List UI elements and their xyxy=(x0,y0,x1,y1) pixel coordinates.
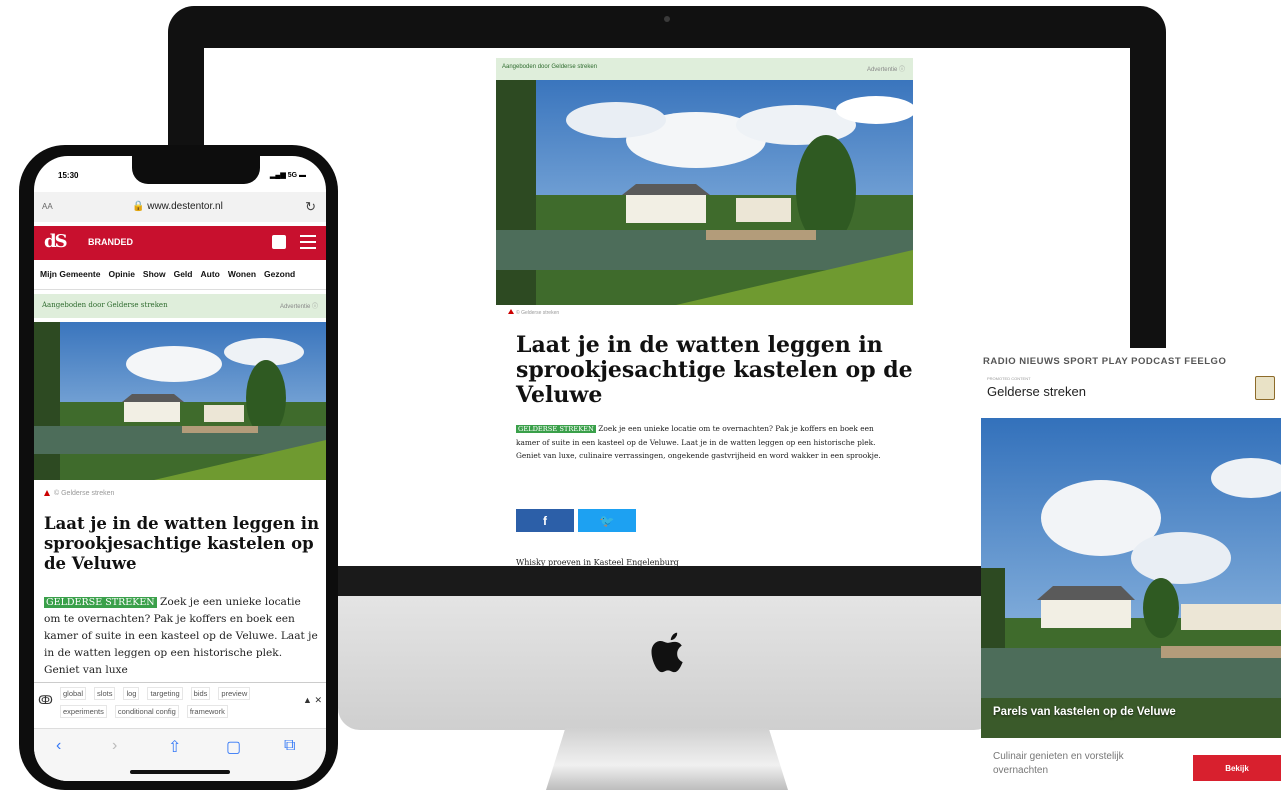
ad-debug-panel: ↂ global slots log targeting bids previe… xyxy=(34,682,326,724)
share-icon[interactable]: ⇧ xyxy=(168,737,181,757)
phone-sponsor-bar: Aangeboden door Gelderse streken Adverte… xyxy=(34,294,326,318)
debug-logo-icon: ↂ xyxy=(38,693,53,707)
nav-item-mijn-gemeente[interactable]: Mijn Gemeente xyxy=(40,269,100,280)
phone-tag[interactable]: GELDERSE STREKEN xyxy=(44,597,157,608)
debug-tab-global[interactable]: global xyxy=(60,687,87,700)
nav-item-show[interactable]: Show xyxy=(143,269,166,280)
phone-notch xyxy=(132,156,260,184)
twitter-icon: 🐦 xyxy=(599,513,615,528)
status-time: 15:30 xyxy=(58,171,79,180)
reload-icon[interactable]: ↻ xyxy=(305,199,316,215)
debug-tab-targeting[interactable]: targeting xyxy=(147,687,183,700)
text-size-button[interactable]: AA xyxy=(42,202,53,211)
bekijk-button[interactable]: Bekijk xyxy=(1193,755,1281,781)
phone-castle-photo xyxy=(34,322,326,480)
status-network: ▂▄▆ 5G ▬ xyxy=(270,172,306,179)
desktop-article-title: Laat je in de watten leggen in sprookjes… xyxy=(516,332,913,408)
desktop-castle-photo xyxy=(496,80,913,305)
native-ad-card: RADIO NIEUWS SPORT PLAY PODCAST FEELGO P… xyxy=(981,348,1281,793)
phone-screen: 15:30 ▂▄▆ 5G ▬ AA 🔒 www.destentor.nl ↻ d… xyxy=(34,156,326,781)
debug-tab-log[interactable]: log xyxy=(123,687,140,700)
desktop-advert-label[interactable]: Advertentie ⓘ xyxy=(867,64,905,73)
crest-logo-icon xyxy=(1255,376,1275,400)
nav-item-auto[interactable]: Auto xyxy=(201,269,220,280)
desktop-sponsor-bar: Aangeboden door Gelderse streken Adverte… xyxy=(496,58,913,80)
tabs-icon[interactable]: ⧉ xyxy=(284,737,295,755)
card-caption: Parels van kastelen op de Veluwe xyxy=(993,706,1176,718)
card-promoted-label: PROMOTED CONTENT xyxy=(987,376,1031,381)
apple-logo-icon xyxy=(651,632,683,673)
facebook-share-button[interactable]: f xyxy=(516,509,574,532)
section-label: BRANDED xyxy=(88,237,133,247)
nav-item-wonen[interactable]: Wonen xyxy=(228,269,256,280)
credit-marker-icon xyxy=(508,309,514,314)
nav-item-geld[interactable]: Geld xyxy=(174,269,193,280)
user-icon[interactable] xyxy=(272,235,286,249)
site-header: dS BRANDED xyxy=(34,226,326,260)
card-footer-text: Culinair genieten en vorstelijk overnach… xyxy=(993,751,1124,776)
credit-marker-icon xyxy=(44,490,50,496)
nav-item-gezond[interactable]: Gezond xyxy=(264,269,295,280)
desktop-sponsor-label: Aangeboden door Gelderse streken xyxy=(502,64,598,70)
site-logo[interactable]: dS xyxy=(44,231,68,252)
facebook-icon: f xyxy=(543,513,547,528)
card-brand-name: Gelderse streken xyxy=(987,384,1086,399)
url-text[interactable]: 🔒 www.destentor.nl xyxy=(132,201,223,212)
debug-tab-slots[interactable]: slots xyxy=(94,687,116,700)
imac-bezel-bottom xyxy=(338,566,996,596)
phone-article-intro: GELDERSE STREKEN Zoek je een unieke loca… xyxy=(44,594,320,682)
debug-tab-conditional-config[interactable]: conditional config xyxy=(114,705,179,718)
url-bar[interactable]: AA 🔒 www.destentor.nl ↻ xyxy=(34,192,326,222)
phone-sponsor-label: Aangeboden door Gelderse streken xyxy=(42,301,168,309)
menu-icon[interactable] xyxy=(300,235,316,249)
debug-panel-controls[interactable]: ▲ ✕ xyxy=(303,695,322,706)
phone-advert-label[interactable]: Advertentie ⓘ xyxy=(280,301,318,310)
phone-article-title: Laat je in de watten leggen in sprookjes… xyxy=(44,514,320,573)
debug-tab-preview[interactable]: preview xyxy=(218,687,251,700)
debug-tab-framework[interactable]: framework xyxy=(186,705,228,718)
camera-dot xyxy=(664,16,670,22)
desktop-article-intro: GELDERSE STREKEN Zoek je een unieke loca… xyxy=(516,422,891,462)
phone-photo-credit: © Gelderse streken xyxy=(54,490,115,497)
imac-stand xyxy=(546,728,788,790)
back-icon[interactable]: ‹ xyxy=(56,737,61,755)
category-nav: Mijn Gemeente Opinie Show Geld Auto Wone… xyxy=(34,260,326,290)
phone-intro-text: Zoek je een unieke locatie om te overnac… xyxy=(44,596,318,676)
nav-item-opinie[interactable]: Opinie xyxy=(108,269,134,280)
card-top-nav[interactable]: RADIO NIEUWS SPORT PLAY PODCAST FEELGO xyxy=(983,356,1226,367)
desktop-photo-credit: © Gelderse streken xyxy=(516,310,560,316)
forward-icon[interactable]: › xyxy=(112,737,117,755)
home-indicator xyxy=(130,770,230,774)
debug-tab-bids[interactable]: bids xyxy=(190,687,211,700)
bookmarks-icon[interactable]: ▢ xyxy=(226,737,241,757)
debug-tab-experiments[interactable]: experiments xyxy=(60,705,107,718)
card-castle-photo[interactable] xyxy=(981,418,1281,738)
twitter-share-button[interactable]: 🐦 xyxy=(578,509,636,532)
desktop-tag[interactable]: GELDERSE STREKEN xyxy=(516,425,596,433)
